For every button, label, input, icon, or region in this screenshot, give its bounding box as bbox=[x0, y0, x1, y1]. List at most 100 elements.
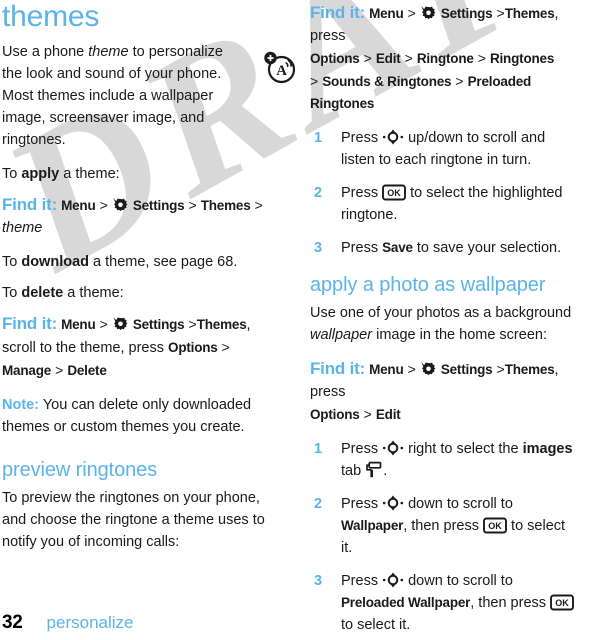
list-item: 1 Press right to select the images tab . bbox=[310, 438, 578, 482]
path-separator: > bbox=[99, 197, 108, 213]
step-text-tail: to select it. bbox=[341, 617, 411, 633]
menu-path-settings: Settings bbox=[132, 198, 185, 213]
softkey-save-label: Save bbox=[382, 240, 413, 255]
apply-photo-wallpaper-heading: apply a photo as wallpaper bbox=[310, 274, 546, 296]
step-number: 3 bbox=[314, 573, 323, 589]
step-text-pre: Press bbox=[341, 240, 383, 256]
menu-path-settings: Settings bbox=[440, 362, 493, 377]
menu-path-manage: Manage bbox=[2, 363, 52, 378]
menu-path-menu: Menu bbox=[369, 362, 404, 377]
delete-post: a theme: bbox=[63, 285, 124, 301]
list-item: 3 Press Save to save your selection. bbox=[310, 237, 578, 259]
wallpaper-pre: Use one of your photos as a background bbox=[310, 305, 572, 321]
path-separator: > bbox=[407, 5, 416, 21]
path-separator: > bbox=[407, 361, 416, 377]
menu-path-themes: Themes bbox=[504, 362, 555, 377]
wallpaper-emphasis: wallpaper bbox=[310, 327, 373, 343]
step-text-mid: down to scroll to bbox=[404, 496, 513, 512]
find-it-apply-theme: Find it: Menu > Settings > Themes > them… bbox=[2, 194, 270, 239]
path-separator: > bbox=[188, 197, 197, 213]
path-separator: > bbox=[221, 339, 230, 355]
section-name: personalize bbox=[46, 613, 134, 632]
delete-lead-in: To delete a theme: bbox=[2, 282, 270, 304]
paint-roller-icon bbox=[365, 461, 383, 479]
preview-ringtones-heading: preview ringtones bbox=[2, 459, 158, 481]
path-separator: > bbox=[363, 50, 372, 66]
menu-path-themes: Themes bbox=[196, 317, 247, 332]
path-separator: > bbox=[404, 50, 413, 66]
menu-path-themes: Themes bbox=[504, 6, 555, 21]
nav-key-icon bbox=[382, 495, 404, 511]
step-text-post: , then press bbox=[470, 595, 551, 611]
ringtone-steps-list: 1 Press up/down to scroll and listen to … bbox=[310, 127, 578, 259]
theme-audio-badge-icon: A bbox=[263, 50, 297, 89]
wallpaper-menu-label: Wallpaper bbox=[341, 518, 404, 533]
path-separator: > bbox=[188, 316, 197, 332]
ok-key-icon: OK bbox=[550, 594, 574, 611]
page-number: 32 bbox=[2, 612, 23, 633]
menu-path-sounds-and-ringtones: Sounds & Ringtones bbox=[322, 74, 452, 89]
menu-path-menu: Menu bbox=[61, 198, 96, 213]
step-text-mid: right to select the bbox=[404, 441, 523, 457]
preloaded-wallpaper-menu-label: Preloaded Wallpaper bbox=[341, 595, 471, 610]
menu-path-menu: Menu bbox=[61, 317, 96, 332]
step-number: 1 bbox=[314, 441, 323, 457]
nav-key-icon bbox=[382, 572, 404, 588]
svg-text:OK: OK bbox=[387, 188, 401, 198]
menu-path-ringtone: Ringtone bbox=[416, 51, 474, 66]
ok-key-icon: OK bbox=[382, 184, 407, 201]
list-item: 2 Press OK to select the highlighted rin… bbox=[310, 182, 578, 226]
path-separator: > bbox=[363, 406, 372, 422]
menu-path-edit: Edit bbox=[375, 51, 401, 66]
download-lead-in: To download a theme, see page 68. bbox=[2, 251, 270, 273]
list-item: 2 Press down to scroll to Wallpaper, the… bbox=[310, 493, 578, 559]
find-it-delete-theme: Find it: Menu > Settings >Themes, scroll… bbox=[2, 313, 270, 382]
page-title: themes bbox=[2, 0, 100, 33]
menu-path-theme-variable: theme bbox=[2, 220, 43, 236]
find-it-label: Find it: bbox=[2, 314, 58, 333]
path-separator: > bbox=[310, 73, 319, 89]
step-text-post: , then press bbox=[403, 518, 484, 534]
find-it-label: Find it: bbox=[310, 3, 366, 22]
menu-path-themes: Themes bbox=[200, 198, 251, 213]
left-column: themes Use a phone theme to personalize … bbox=[2, 0, 270, 565]
find-it-preloaded-ringtones: Find it: Menu > Settings >Themes, press … bbox=[310, 2, 578, 115]
menu-path-settings: Settings bbox=[132, 317, 185, 332]
step-text-pre: Press bbox=[341, 441, 383, 457]
right-column: Find it: Menu > Settings >Themes, press … bbox=[310, 0, 578, 640]
menu-path-edit: Edit bbox=[375, 407, 401, 422]
apply-post: a theme: bbox=[59, 166, 120, 182]
step-number: 2 bbox=[314, 496, 323, 512]
step-text-pre: Press bbox=[341, 130, 383, 146]
path-separator: > bbox=[496, 5, 505, 21]
list-item: 3 Press down to scroll to Preloaded Wall… bbox=[310, 570, 578, 636]
path-separator: > bbox=[477, 50, 486, 66]
settings-gear-icon bbox=[420, 5, 437, 21]
step-text-tail: . bbox=[383, 463, 388, 479]
nav-key-icon bbox=[382, 129, 404, 145]
apply-pre: To bbox=[2, 166, 22, 182]
settings-gear-icon bbox=[420, 361, 437, 377]
svg-text:A: A bbox=[276, 63, 287, 79]
apply-lead-in: To apply a theme: bbox=[2, 163, 270, 185]
step-text-post: to save your selection. bbox=[412, 240, 562, 256]
ok-key-icon: OK bbox=[483, 517, 507, 534]
menu-path-delete: Delete bbox=[67, 363, 107, 378]
find-it-label: Find it: bbox=[310, 359, 366, 378]
settings-gear-icon bbox=[112, 316, 129, 332]
intro-emphasis: theme bbox=[88, 44, 129, 60]
step-text-pre: Press bbox=[341, 496, 383, 512]
note-text: You can delete only downloaded themes or… bbox=[2, 397, 252, 435]
find-it-label: Find it: bbox=[2, 195, 58, 214]
delete-emphasis: delete bbox=[21, 285, 64, 301]
find-it-wallpaper-edit: Find it: Menu > Settings >Themes, press … bbox=[310, 358, 578, 426]
svg-text:OK: OK bbox=[555, 598, 569, 608]
wallpaper-intro-paragraph: Use one of your photos as a background w… bbox=[310, 302, 578, 346]
svg-text:OK: OK bbox=[488, 521, 502, 531]
step-text-pre: Press bbox=[341, 185, 383, 201]
download-post: a theme, see page 68. bbox=[89, 254, 238, 270]
note-label: Note: bbox=[2, 397, 40, 413]
page-footer: 32 personalize bbox=[2, 612, 134, 634]
step-number: 1 bbox=[314, 130, 323, 146]
menu-path-ringtones: Ringtones bbox=[489, 51, 555, 66]
